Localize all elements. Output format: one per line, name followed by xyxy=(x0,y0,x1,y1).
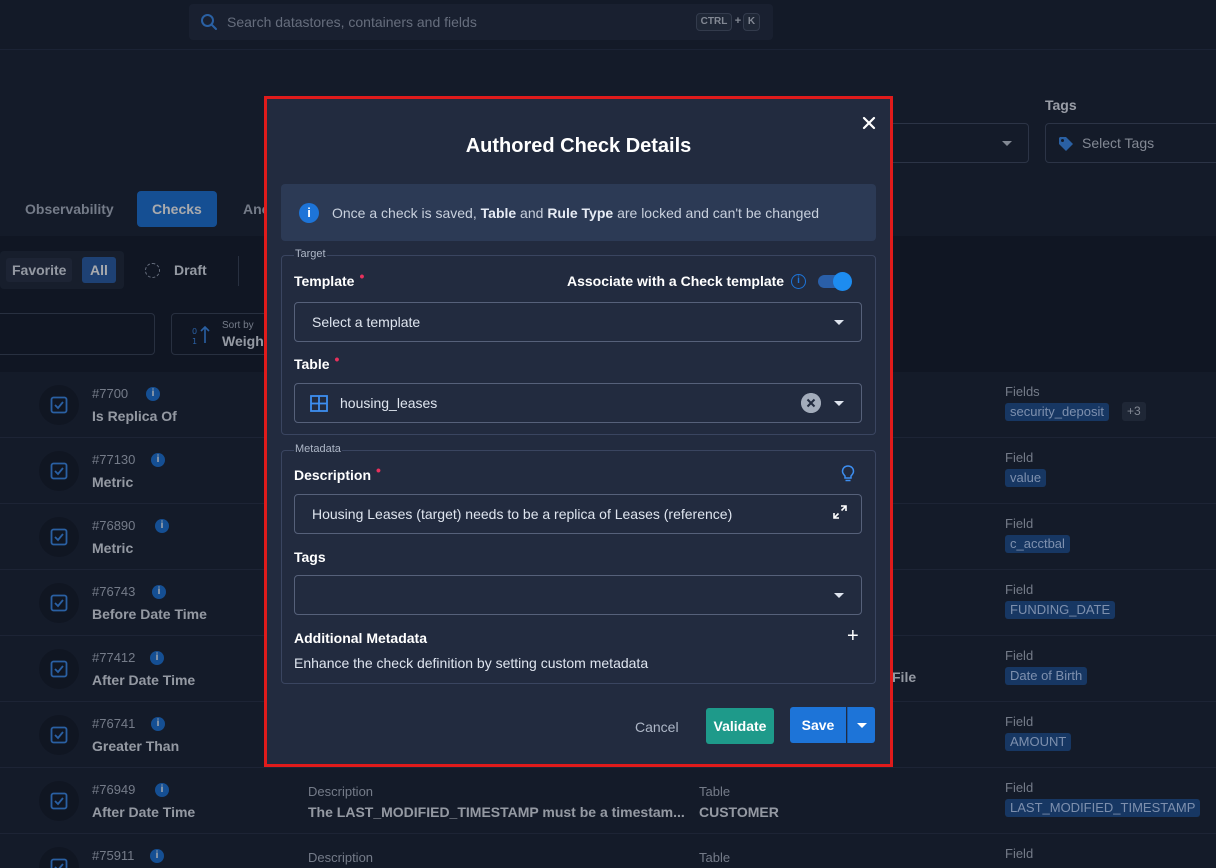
target-legend: Target xyxy=(294,248,327,260)
chevron-down-icon xyxy=(834,320,844,325)
description-value: Housing Leases (target) needs to be a re… xyxy=(312,506,733,522)
clear-icon[interactable] xyxy=(801,393,821,413)
authored-check-dialog: Authored Check Details i Once a check is… xyxy=(264,96,893,767)
additional-metadata-description: Enhance the check definition by setting … xyxy=(294,655,649,671)
info-icon: i xyxy=(299,203,319,223)
lightbulb-icon[interactable] xyxy=(841,465,855,483)
table-value: housing_leases xyxy=(340,395,438,411)
metadata-legend: Metadata xyxy=(294,443,342,455)
table-label: Table • xyxy=(294,351,340,372)
locked-fields-alert: i Once a check is saved, Table and Rule … xyxy=(281,184,876,241)
tags-select[interactable] xyxy=(294,575,862,615)
associate-template-label: Associate with a Check template xyxy=(567,273,785,289)
validate-button[interactable]: Validate xyxy=(706,708,774,744)
template-placeholder: Select a template xyxy=(312,314,421,330)
description-input[interactable]: Housing Leases (target) needs to be a re… xyxy=(294,494,862,534)
table-select[interactable]: housing_leases xyxy=(294,383,862,423)
associate-template-toggle[interactable] xyxy=(818,272,852,291)
tags-label: Tags xyxy=(294,549,326,565)
alert-text: Once a check is saved, Table and Rule Ty… xyxy=(332,205,820,221)
cancel-button[interactable]: Cancel xyxy=(635,719,679,735)
close-icon[interactable] xyxy=(861,115,877,131)
template-select[interactable]: Select a template xyxy=(294,302,862,342)
chevron-down-icon[interactable] xyxy=(834,401,844,406)
metadata-fieldset: Metadata xyxy=(281,443,876,684)
save-button[interactable]: Save xyxy=(790,707,846,743)
template-label: Template • xyxy=(294,268,365,289)
table-icon xyxy=(310,395,328,412)
save-options-button[interactable] xyxy=(847,707,875,743)
expand-icon[interactable] xyxy=(833,505,847,519)
chevron-down-icon xyxy=(834,593,844,598)
toggle-knob xyxy=(833,272,852,291)
dialog-title: Authored Check Details xyxy=(465,135,692,157)
chevron-down-icon xyxy=(857,723,867,728)
info-icon[interactable]: i xyxy=(791,274,806,289)
description-label: Description • xyxy=(294,462,381,483)
plus-icon[interactable]: + xyxy=(847,626,859,646)
additional-metadata-title: Additional Metadata xyxy=(294,630,428,646)
